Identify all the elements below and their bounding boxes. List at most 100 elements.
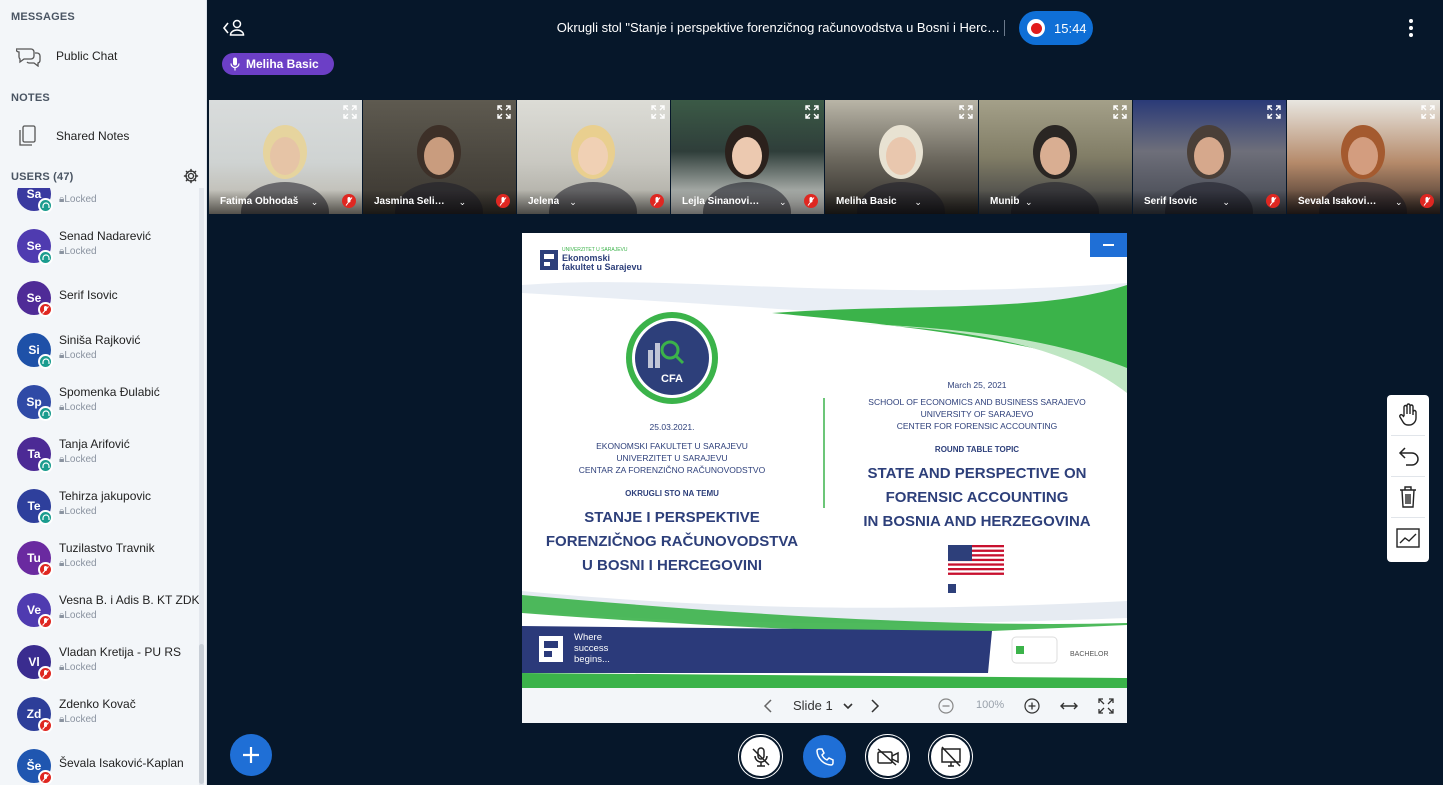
user-state-label: Locked [64,246,97,257]
user-list-item[interactable]: Te Tehirza jakupovic 🔒︎Locked [0,480,198,532]
expand-video-icon[interactable] [1267,105,1281,119]
shared-notes-label: Shared Notes [56,129,130,143]
expand-video-icon[interactable] [497,105,511,119]
slide-en-title-3: IN BOSNIA AND HERZEGOVINA [863,513,1091,530]
user-list-item[interactable]: Si Siniša Rajković 🔒︎Locked [0,324,198,376]
video-tile[interactable]: Lejla Sinanovi… ⌄ [671,100,824,214]
video-user-name[interactable]: Ševala Isakovi… [1298,196,1376,207]
talking-indicator[interactable]: Meliha Basic [222,53,334,75]
talking-user-name: Meliha Basic [246,57,319,71]
user-list-item[interactable]: Še Ševala Isaković-Kaplan [0,740,198,785]
chat-icon [16,48,41,67]
chevron-down-icon[interactable]: ⌄ [1395,197,1403,208]
video-tile[interactable]: Meliha Basic ⌄ [825,100,978,214]
user-list[interactable]: Sa 🔒︎Locked Se Senad Nadarević 🔒︎Locked Se Ser… [0,188,200,785]
minimize-presentation-button[interactable] [1090,233,1127,257]
user-locked-status: 🔒︎Locked [59,506,97,517]
video-tile[interactable]: Munib ⌄ [979,100,1132,214]
expand-video-icon[interactable] [343,105,357,119]
muted-status-icon [38,562,53,577]
expand-video-icon[interactable] [959,105,973,119]
chevron-down-icon[interactable] [843,702,853,710]
shared-notes-link[interactable]: Shared Notes [0,118,206,154]
slide-selector[interactable]: Slide 1 [793,698,833,713]
muted-mic-icon [496,194,510,208]
muted-mic-icon [342,194,356,208]
share-screen-button[interactable] [929,735,972,778]
video-tile[interactable]: Serif Isovic ⌄ [1133,100,1286,214]
user-list-item[interactable]: Se Senad Nadarević 🔒︎Locked [0,220,198,272]
share-webcam-button[interactable] [866,735,909,778]
expand-video-icon[interactable] [1421,105,1435,119]
fit-width-icon[interactable] [1059,699,1079,713]
video-user-name[interactable]: Jelena [528,196,559,207]
chevron-down-icon[interactable]: ⌄ [1025,197,1033,208]
expand-video-icon[interactable] [1113,105,1127,119]
zoom-out-icon[interactable] [938,698,954,714]
chevron-down-icon[interactable]: ⌄ [459,197,467,208]
video-tile[interactable]: Fatima Obhodaš ⌄ [209,100,362,214]
muted-status-icon [38,770,53,785]
user-locked-status: 🔒︎Locked [59,454,97,465]
slide-en-topic-label: ROUND TABLE TOPIC [934,445,1020,454]
notes-icon [19,125,36,146]
video-user-name[interactable]: Meliha Basic [836,196,897,207]
user-name: Tuzilastvo Travnik [59,541,155,555]
user-state-label: Locked [64,402,97,413]
back-user-icon[interactable] [222,17,246,39]
hand-tool-button[interactable] [1387,395,1429,435]
video-tile[interactable]: Jelena ⌄ [517,100,670,214]
user-name: Tehirza jakupovic [59,489,152,503]
user-list-item[interactable]: Sa 🔒︎Locked [0,188,198,220]
video-user-name[interactable]: Lejla Sinanovi… [682,196,759,207]
title-separator [1004,20,1005,36]
user-list-item[interactable]: Tu Tuzilastvo Travnik 🔒︎Locked [0,532,198,584]
undo-button[interactable] [1387,436,1429,476]
user-list-item[interactable]: Sp Spomenka Đulabić 🔒︎Locked [0,376,198,428]
clear-all-button[interactable] [1387,477,1429,517]
user-list-scrollbar[interactable] [199,188,204,785]
user-list-item[interactable]: Ve Vesna B. i Adis B. KT ZDK 🔒︎Locked [0,584,200,636]
video-tile[interactable]: Ševala Isakovi… ⌄ [1287,100,1440,214]
more-options-icon[interactable] [1402,16,1420,40]
whiteboard-line-icon [1396,528,1420,548]
chevron-down-icon[interactable]: ⌄ [311,197,319,208]
presentation-area[interactable]: UNIVERZITET U SARAJEVU Ekonomski fakulte… [522,233,1127,723]
zoom-in-icon[interactable] [1024,698,1040,714]
user-name: Vladan Kretija - PU RS [59,645,182,659]
expand-video-icon[interactable] [805,105,819,119]
video-user-name[interactable]: Serif Isovic [1144,196,1197,207]
expand-video-icon[interactable] [651,105,665,119]
multi-user-whiteboard-button[interactable] [1387,518,1429,558]
user-list-item[interactable]: Zd Zdenko Kovač 🔒︎Locked [0,688,198,740]
video-user-name[interactable]: Fatima Obhodaš [220,196,298,207]
user-list-item[interactable]: Ta Tanja Arifović 🔒︎Locked [0,428,198,480]
actions-button[interactable] [230,734,272,776]
listen-only-icon [38,458,53,473]
chevron-down-icon[interactable]: ⌄ [1222,197,1230,208]
gear-icon[interactable] [183,168,199,184]
previous-slide-icon[interactable] [762,698,774,714]
user-list-item[interactable]: Se Serif Isovic [0,272,198,324]
public-chat-link[interactable]: Public Chat [0,38,206,74]
fullscreen-icon[interactable] [1098,698,1114,714]
scroll-thumb[interactable] [199,644,204,784]
slide-en-org-2: UNIVERSITY OF SARAJEVO [920,409,1034,419]
recording-indicator[interactable]: 15:44 [1019,11,1093,45]
slide-en-title-2: FORENSIC ACCOUNTING [885,489,1069,506]
chevron-down-icon[interactable]: ⌄ [914,197,922,208]
next-slide-icon[interactable] [869,698,881,714]
user-locked-status: 🔒︎Locked [59,246,97,257]
video-tile[interactable]: Jasmina Seli… ⌄ [363,100,516,214]
video-user-name[interactable]: Munib [990,196,1019,207]
listen-only-icon [38,354,53,369]
user-list-item[interactable]: Vl Vladan Kretija - PU RS 🔒︎Locked [0,636,198,688]
slide-en-date: March 25, 2021 [947,380,1007,390]
leave-audio-button[interactable] [803,735,846,778]
listen-only-icon [38,510,53,525]
video-user-name[interactable]: Jasmina Seli… [374,196,445,207]
chevron-down-icon[interactable]: ⌄ [779,197,787,208]
unmute-button[interactable] [739,735,782,778]
chevron-down-icon[interactable]: ⌄ [569,197,577,208]
users-section-title: USERS (47) [11,171,74,183]
